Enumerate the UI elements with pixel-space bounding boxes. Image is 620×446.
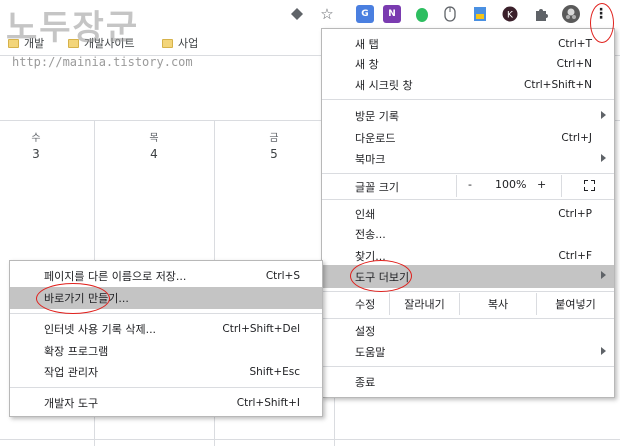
zoom-in-button[interactable]: + — [537, 178, 546, 191]
menu-new-window[interactable]: 새 창 Ctrl+N — [322, 53, 614, 75]
chevron-right-icon — [601, 271, 606, 279]
zoom-out-button[interactable]: - — [468, 178, 472, 191]
menu-separator — [322, 291, 614, 292]
menu-help[interactable]: 도움말 — [322, 341, 614, 363]
submenu-task-manager[interactable]: 작업 관리자 Shift+Esc — [10, 361, 322, 383]
folder-icon — [162, 38, 173, 48]
chrome-main-menu: 새 탭 Ctrl+T 새 창 Ctrl+N 새 시크릿 창 Ctrl+Shift… — [321, 28, 615, 398]
menu-separator — [322, 199, 614, 200]
copy-button[interactable]: 복사 — [459, 293, 536, 315]
chevron-right-icon — [601, 347, 606, 355]
day-date[interactable]: 4 — [144, 147, 164, 161]
menu-downloads[interactable]: 다운로드 Ctrl+J — [322, 127, 614, 149]
menu-incognito[interactable]: 새 시크릿 창 Ctrl+Shift+N — [322, 74, 614, 96]
annotation-circle — [590, 3, 614, 43]
menu-separator — [322, 366, 614, 367]
annotation-circle — [350, 260, 412, 292]
star-icon[interactable]: ☆ — [318, 5, 336, 23]
submenu-dev-tools[interactable]: 개발자 도구 Ctrl+Shift+I — [10, 392, 322, 414]
menu-edit-row: 수정 잘라내기 복사 붙여넣기 — [322, 293, 614, 315]
chevron-right-icon — [601, 111, 606, 119]
grid-line — [0, 439, 620, 440]
fullscreen-icon[interactable] — [584, 180, 595, 191]
menu-separator — [10, 313, 322, 314]
watermark-title: 노두장군 — [6, 8, 140, 48]
menu-history[interactable]: 방문 기록 — [322, 105, 614, 127]
mouse-icon[interactable] — [441, 5, 459, 23]
puzzle-icon[interactable] — [532, 5, 550, 23]
menu-exit[interactable]: 종료 — [322, 371, 614, 393]
day-name: 금 — [269, 133, 279, 144]
evernote-icon[interactable] — [413, 5, 431, 23]
zoom-controls: - 100% + — [456, 175, 562, 197]
k-icon[interactable]: K — [501, 5, 519, 23]
annotation-circle — [36, 283, 110, 314]
chevron-right-icon — [601, 154, 606, 162]
paste-button[interactable]: 붙여넣기 — [536, 293, 614, 315]
onenote-icon[interactable]: N — [383, 5, 401, 23]
day-date[interactable]: 5 — [264, 147, 284, 161]
submenu-extensions[interactable]: 확장 프로그램 — [10, 340, 322, 362]
zoom-level: 100% — [495, 178, 527, 191]
bookmark-folder[interactable]: 사업 — [162, 35, 198, 51]
menu-new-tab[interactable]: 새 탭 Ctrl+T — [322, 33, 614, 55]
day-name: 수 — [31, 133, 41, 144]
edit-label: 수정 — [355, 298, 376, 311]
menu-print[interactable]: 인쇄 Ctrl+P — [322, 203, 614, 225]
cut-button[interactable]: 잘라내기 — [389, 293, 459, 315]
avatar[interactable] — [562, 5, 580, 23]
submenu-clear-data[interactable]: 인터넷 사용 기록 삭제... Ctrl+Shift+Del — [10, 318, 322, 340]
translate-icon[interactable]: G — [356, 5, 374, 23]
menu-separator — [322, 173, 614, 174]
day-name: 목 — [149, 133, 159, 144]
diamond-icon[interactable] — [288, 5, 306, 23]
menu-settings[interactable]: 설정 — [322, 320, 614, 342]
menu-separator — [322, 318, 614, 319]
menu-bookmarks[interactable]: 북마크 — [322, 148, 614, 170]
menu-cast[interactable]: 전송... — [322, 223, 614, 245]
download-icon[interactable] — [471, 5, 489, 23]
menu-separator — [322, 99, 614, 100]
day-date[interactable]: 3 — [26, 147, 46, 161]
menu-zoom-row: 글꼴 크기 - 100% + — [322, 175, 614, 197]
menu-separator — [10, 387, 322, 388]
